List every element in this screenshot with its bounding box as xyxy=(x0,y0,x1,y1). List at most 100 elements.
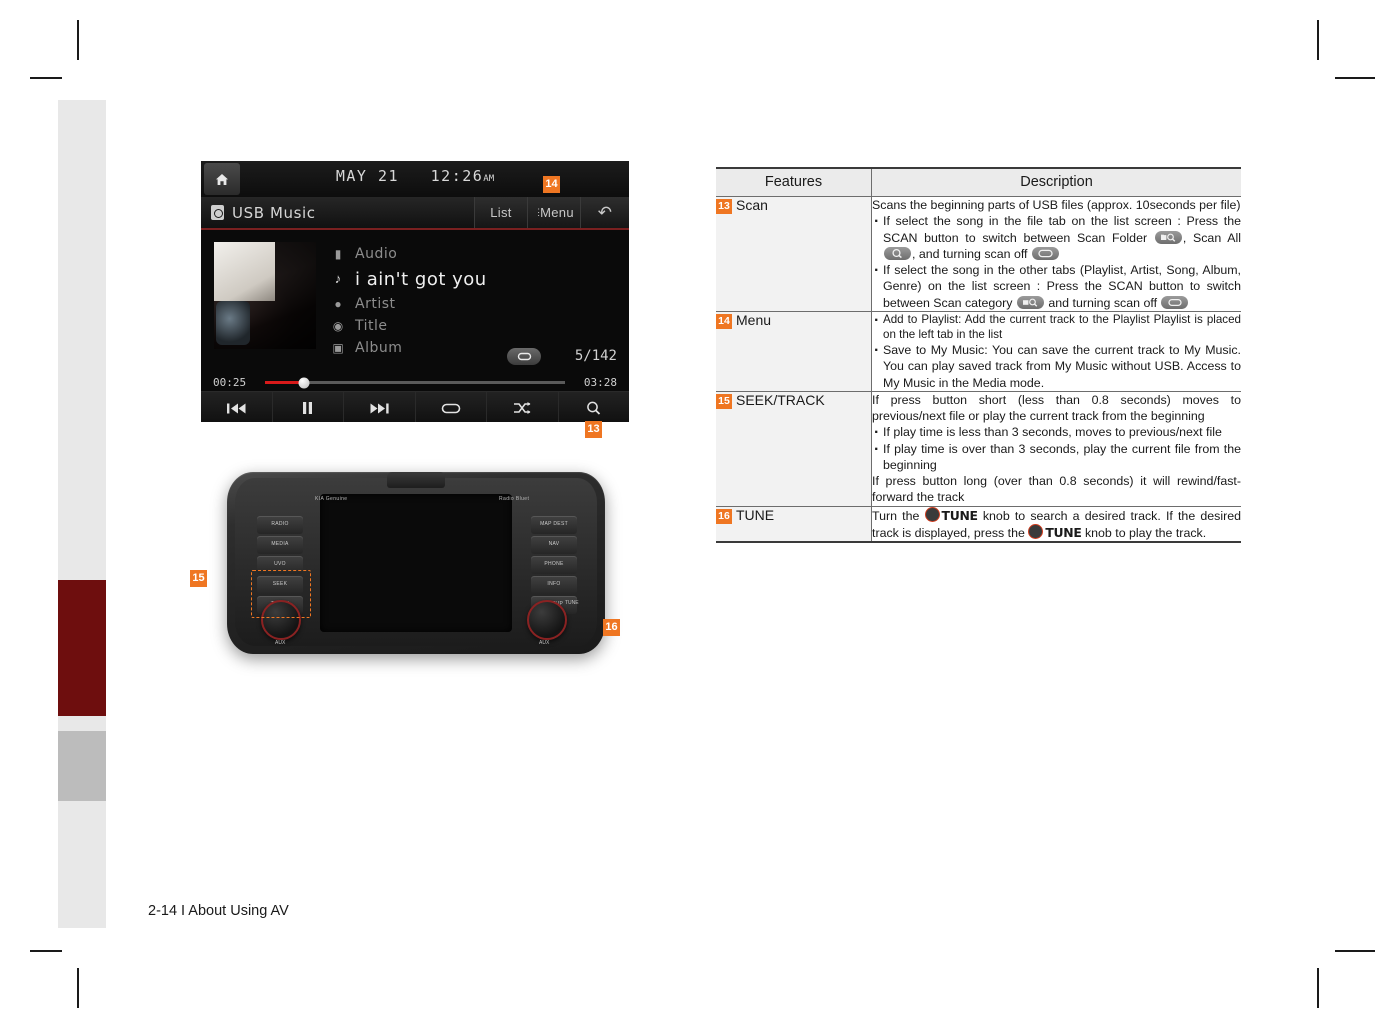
metadata-track-value: i ain't got you xyxy=(355,268,487,290)
margin-tab-next-chapter xyxy=(58,731,106,801)
head-unit-display[interactable] xyxy=(320,494,512,632)
screen-title-bar: USB Music List ⋮ Menu ↶ xyxy=(201,197,629,230)
feature-cell-menu: 14 Menu xyxy=(716,311,872,392)
feature-number-badge: 16 xyxy=(716,508,732,524)
crop-mark-bottom-right-vertical xyxy=(1317,968,1319,1008)
info-button[interactable]: INFO xyxy=(531,576,577,594)
tune-knob-icon xyxy=(924,506,940,522)
metadata-artist-value: Artist xyxy=(355,296,396,312)
tune-word-1: TUNE xyxy=(941,507,978,523)
head-unit-body: KIA Genuine Radio Bluet RADIO MEDIA UVO … xyxy=(227,472,605,654)
duration-time: 03:28 xyxy=(583,376,617,389)
screen-title-buttons: List ⋮ Menu ↶ xyxy=(474,197,629,228)
feature-cell-tune: 16 TUNE xyxy=(716,506,872,544)
list-item: Add to Playlist: Add the current track t… xyxy=(872,311,1241,342)
feature-cell-scan: 13 Scan xyxy=(716,196,872,312)
repeat-button[interactable] xyxy=(415,392,487,422)
seek-bullet-list: If play time is less than 3 seconds, mov… xyxy=(872,423,1241,474)
feature-label: Menu xyxy=(736,311,772,328)
list-item: If play time is over than 3 seconds, pla… xyxy=(872,440,1241,474)
scan-all-icon xyxy=(884,246,911,260)
aux-label-left: AUX xyxy=(275,640,286,646)
map-dest-button[interactable]: MAP DEST xyxy=(531,516,577,534)
list-item: If select the song in the file tab on th… xyxy=(872,212,1241,262)
metadata-row-folder: ▮ Audio xyxy=(331,244,487,264)
feature-label: Scan xyxy=(736,197,768,213)
list-item: If select the song in the other tabs (Pl… xyxy=(872,261,1241,311)
tune-word-2: TUNE xyxy=(1045,524,1082,540)
phone-button[interactable]: PHONE xyxy=(531,556,577,574)
screen-date: MAY 21 xyxy=(335,167,400,185)
tune-knob-icon xyxy=(1028,523,1044,539)
metadata-folder-value: Audio xyxy=(355,246,398,262)
screen-source-label: USB Music xyxy=(232,203,316,222)
music-note-icon: ♪ xyxy=(334,271,342,286)
progress-handle[interactable] xyxy=(298,377,310,388)
scan-bullet-1-c: , and turning scan off xyxy=(912,246,1031,261)
scan-folder-icon xyxy=(1154,230,1182,244)
page-footer: 2-14 I About Using AV xyxy=(148,903,289,919)
list-button[interactable]: List xyxy=(474,197,527,228)
crop-mark-bottom-right-horizontal xyxy=(1335,950,1375,952)
menu-button[interactable]: ⋮ Menu xyxy=(527,197,580,228)
tune-text-a: Turn the xyxy=(872,508,925,523)
description-cell-seek-track: If press button short (less than 0.8 sec… xyxy=(871,391,1241,507)
tune-knob-label: TUNE xyxy=(565,600,579,606)
brand-label-right: Radio Bluet xyxy=(499,496,530,502)
header-description: Description xyxy=(871,167,1241,197)
pause-button[interactable] xyxy=(272,392,344,422)
screen-status-bar: MAY 21 12:26AM xyxy=(201,161,629,197)
scan-off-icon xyxy=(1031,246,1059,260)
callout-13: 13 xyxy=(585,421,602,438)
crop-mark-top-right-vertical xyxy=(1317,20,1319,60)
brand-label-left: KIA Genuine xyxy=(315,496,348,502)
scan-button[interactable] xyxy=(558,392,629,422)
title-icon: ◉ xyxy=(332,319,344,333)
progress-slider[interactable] xyxy=(265,377,565,388)
album-art xyxy=(214,242,316,349)
playback-controls-bar xyxy=(201,391,629,422)
nav-button[interactable]: NAV xyxy=(531,536,577,554)
scan-bullet-list: If select the song in the file tab on th… xyxy=(872,212,1241,311)
callout-14: 14 xyxy=(543,176,560,193)
head-unit-hardware-photo: KIA Genuine Radio Bluet RADIO MEDIA UVO … xyxy=(205,440,625,690)
crop-mark-top-left-vertical xyxy=(77,20,79,60)
tune-knob[interactable] xyxy=(527,600,567,640)
tune-description: Turn the TUNE knob to search a desired t… xyxy=(872,506,1241,542)
head-unit-top-tab xyxy=(387,472,445,488)
feature-number-badge: 14 xyxy=(716,313,732,329)
description-cell-menu: Add to Playlist: Add the current track t… xyxy=(871,311,1241,392)
table-row: 16 TUNE Turn the TUNE knob to search a de… xyxy=(716,506,1241,544)
feature-cell-seek-track: 15 SEEK/TRACK xyxy=(716,391,872,507)
margin-tab-strip xyxy=(58,100,106,928)
next-button[interactable] xyxy=(344,392,416,422)
table-row: 13 Scan Scans the beginning parts of USB … xyxy=(716,196,1241,312)
seek-outro-text: If press button long (over than 0.8 seco… xyxy=(872,474,1241,505)
head-unit-screen-capture: MAY 21 12:26AM USB Music List ⋮ Menu ↶ ▮ … xyxy=(201,161,629,422)
shuffle-button[interactable] xyxy=(487,392,559,422)
feature-label: TUNE xyxy=(736,506,775,523)
crop-mark-bottom-left-horizontal xyxy=(30,950,62,952)
scan-off-icon xyxy=(1161,295,1189,309)
previous-button[interactable] xyxy=(201,392,273,422)
scan-category-icon xyxy=(1016,295,1044,309)
feature-label: SEEK/TRACK xyxy=(736,391,825,408)
screen-date-time: MAY 21 12:26AM xyxy=(201,167,629,185)
track-metadata-list: ▮ Audio ♪ i ain't got you ● Artist ◉ Tit… xyxy=(331,244,487,360)
back-arrow-icon[interactable]: ↶ xyxy=(580,197,629,228)
screen-ampm: AM xyxy=(483,174,495,184)
list-item: Save to My Music: You can save the curre… xyxy=(872,341,1241,391)
menu-dots-icon: ⋮ xyxy=(534,207,544,217)
scan-bullet-1-b: , Scan All xyxy=(1182,230,1241,245)
feature-number-badge: 13 xyxy=(716,199,732,214)
folder-icon: ▮ xyxy=(334,247,342,261)
track-position-indicator: 5/142 xyxy=(574,348,617,364)
album-icon: ▣ xyxy=(332,341,344,355)
radio-button[interactable]: RADIO xyxy=(257,516,303,534)
seek-track-highlight-box xyxy=(251,570,311,618)
menu-button-label: Menu xyxy=(540,205,574,220)
tune-text-c: knob to play the track. xyxy=(1081,525,1207,540)
scan-intro-text: Scans the beginning parts of USB files (… xyxy=(872,198,1241,212)
media-button[interactable]: MEDIA xyxy=(257,536,303,554)
progress-bar-area: 00:25 03:28 xyxy=(201,376,629,389)
